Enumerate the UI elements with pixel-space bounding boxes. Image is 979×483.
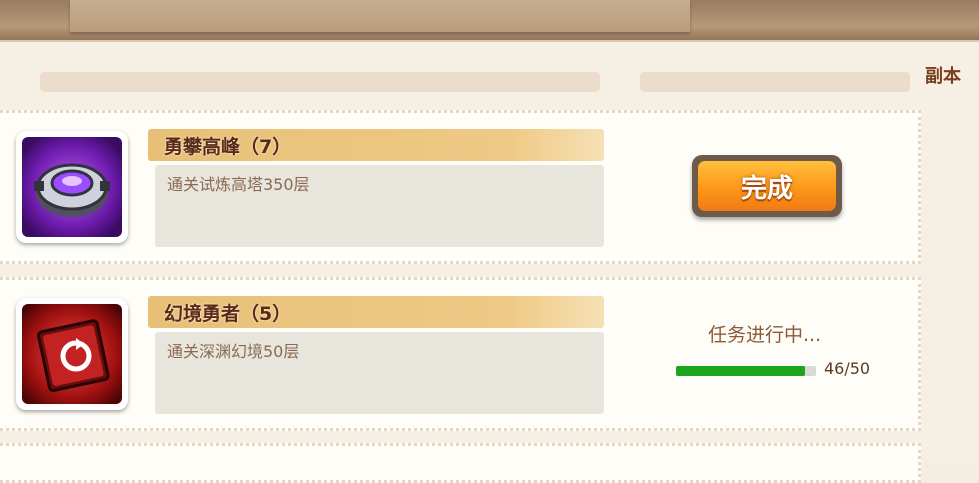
task-status-text: 任务进行中... [708, 324, 822, 346]
task-title: 幻境勇者（5） [164, 303, 292, 325]
header-stripe [640, 72, 910, 92]
task-progress-fill [676, 366, 805, 376]
complete-button[interactable]: 完成 [692, 155, 842, 217]
task-description-box: 通关试炼高塔350层 [155, 165, 604, 247]
task-icon-frame [16, 298, 128, 410]
task-description: 通关试炼高塔350层 [167, 175, 310, 194]
task-description-box: 通关深渊幻境50层 [155, 332, 604, 414]
task-title-bar: 勇攀高峰（7） [148, 129, 604, 161]
top-paper-banner [70, 0, 690, 32]
header-stripe [40, 72, 600, 92]
abyss-card-icon [22, 304, 122, 404]
task-icon-frame [16, 131, 128, 243]
task-title: 勇攀高峰（7） [164, 136, 292, 158]
task-description: 通关深渊幻境50层 [167, 342, 300, 361]
category-label: 副本 [925, 66, 961, 87]
task-card-2: 幻境勇者（5） 通关深渊幻境50层 任务进行中... 46/50 [0, 277, 921, 431]
task-title-bar: 幻境勇者（5） [148, 296, 604, 328]
tower-gear-icon [22, 137, 122, 237]
task-progress-bar [676, 366, 816, 376]
task-card-3-partial [0, 443, 921, 483]
task-card-1: 勇攀高峰（7） 通关试炼高塔350层 完成 [0, 110, 921, 264]
task-progress-label: 46/50 [824, 359, 871, 378]
complete-button-label: 完成 [698, 161, 836, 211]
